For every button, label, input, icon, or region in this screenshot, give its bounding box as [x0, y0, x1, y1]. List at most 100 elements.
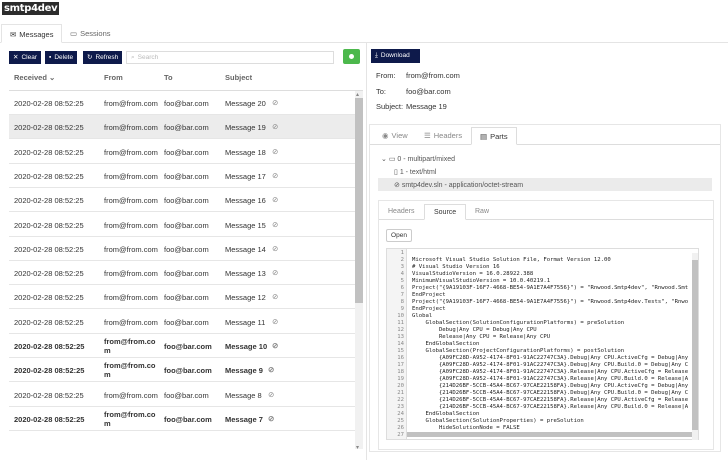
from-cell: from@from.com — [104, 171, 158, 181]
tab-parts-label: Parts — [490, 132, 508, 141]
from-label: From: — [376, 71, 396, 80]
line-text: {214D26BF-5CCB-45A4-BC67-97CAE22158FA}.R… — [412, 397, 689, 403]
line-number: 24 — [397, 411, 404, 417]
line-text: {A09FC28D-A952-4174-8F01-91AC22747C3A}.R… — [412, 376, 689, 382]
table-row[interactable]: 2020-02-28 08:52:25 from@from.com foo@bar.… — [9, 115, 363, 140]
table-row[interactable]: 2020-02-28 08:52:25 from@from.com foo@bar.… — [9, 407, 363, 431]
folder-icon: ▭ — [388, 156, 396, 163]
refresh-icon: ↻ — [87, 54, 93, 61]
trash-icon: ▪ — [49, 54, 52, 61]
table-row[interactable]: 2020-02-28 08:52:25 from@from.com foo@bar.… — [9, 358, 363, 383]
table-row[interactable]: 2020-02-28 08:52:25 from@from.com foo@bar.… — [9, 164, 363, 188]
column-header-to[interactable]: To — [164, 73, 173, 82]
subject-cell: Message 19 — [225, 123, 266, 133]
table-row[interactable]: 2020-02-28 08:52:25 from@from.com foo@bar.… — [9, 285, 363, 310]
tab-part-source[interactable]: Source — [424, 204, 467, 220]
column-header-subject[interactable]: Subject — [225, 73, 252, 82]
table-row[interactable]: 2020-02-28 08:52:25 from@from.com foo@bar.… — [9, 140, 363, 164]
table-row[interactable]: 2020-02-28 08:52:25 from@from.com foo@bar.… — [9, 237, 363, 261]
tab-sessions[interactable]: ▭ Sessions — [62, 24, 119, 43]
from-cell: from@from.com — [104, 317, 158, 327]
source-code-viewer[interactable]: 1 2 Microsoft Visual Studio Solution File,… — [386, 248, 699, 440]
tab-part-raw[interactable]: Raw — [466, 204, 498, 220]
from-cell: from@from.com — [104, 123, 158, 133]
line-number: 11 — [397, 320, 404, 326]
pane-divider[interactable] — [366, 43, 367, 460]
line-text: Debug|Any CPU = Debug|Any CPU — [412, 327, 537, 333]
tab-part-headers[interactable]: Headers — [379, 204, 423, 220]
line-number: 23 — [397, 404, 404, 410]
table-row[interactable]: 2020-02-28 08:52:25 from@from.com foo@bar.… — [9, 188, 363, 213]
app-logo: smtp4dev — [2, 2, 60, 15]
clear-button[interactable]: ✕ Clear — [9, 51, 41, 64]
download-icon: ⤓ — [375, 52, 378, 59]
line-number: 2 — [400, 257, 404, 263]
table-row[interactable]: 2020-02-28 08:52:25 from@from.com foo@bar.… — [9, 91, 363, 115]
refresh-button[interactable]: ↻ Refresh — [83, 51, 123, 64]
envelope-icon: ✉ — [10, 30, 17, 39]
new-messages-indicator[interactable] — [343, 49, 360, 64]
received-cell: 2020-02-28 08:52:25 — [14, 317, 84, 327]
to-cell: foo@bar.com — [164, 123, 209, 133]
line-number: 5 — [400, 278, 404, 284]
table-row[interactable]: 2020-02-28 08:52:25 from@from.com foo@bar.… — [9, 310, 363, 334]
tab-messages[interactable]: ✉ Messages — [1, 24, 63, 43]
tree-item-multipart[interactable]: ⌄ ▭ 0 - multipart/mixed — [381, 155, 455, 163]
line-number: 6 — [400, 285, 404, 291]
close-icon: ✕ — [13, 54, 19, 61]
code-horizontal-scrollbar[interactable] — [407, 432, 692, 437]
line-text: Project("{9A19103F-16F7-4668-BE54-9A1E7A… — [412, 285, 689, 291]
received-cell: 2020-02-28 08:52:25 — [14, 414, 85, 424]
subject-value: Message 19 — [406, 102, 447, 111]
line-text: GlobalSection(ProjectConfigurationPlatfo… — [412, 348, 625, 354]
scroll-down-icon[interactable]: ▾ — [356, 444, 359, 451]
scroll-up-icon[interactable]: ▴ — [356, 91, 359, 98]
line-number: 4 — [400, 271, 404, 277]
from-cell: from@from.com — [104, 390, 158, 400]
table-row[interactable]: 2020-02-28 08:52:25 from@from.com foo@bar.… — [9, 261, 363, 286]
tab-parts[interactable]: ▤ Parts — [471, 127, 517, 145]
subject-cell: Message 15 — [225, 220, 266, 230]
line-text: {A09FC28D-A952-4174-8F01-91AC22747C3A}.R… — [412, 369, 689, 375]
tab-headers[interactable]: ☰ Headers — [416, 127, 470, 145]
attachment-icon: ⊘ — [268, 365, 275, 375]
tree-item-attachment[interactable]: ⊘ smtp4dev.sln - application/octet-strea… — [394, 181, 523, 189]
column-header-received[interactable]: Received ⌄ — [14, 73, 55, 82]
from-cell: from@from.com — [104, 244, 158, 254]
search-input[interactable]: ⌕ Search — [126, 51, 334, 64]
open-button[interactable]: Open — [386, 229, 412, 242]
delete-button[interactable]: ▪ Delete — [45, 51, 78, 64]
subject-cell: Message 12 — [225, 293, 266, 303]
line-number: 7 — [400, 292, 404, 298]
line-number: 9 — [400, 306, 404, 312]
search-icon: ⌕ — [131, 54, 135, 61]
table-row[interactable]: 2020-02-28 08:52:25 from@from.com foo@bar.… — [9, 213, 363, 237]
subject-cell: Message 16 — [225, 196, 266, 206]
message-list-scrollbar-thumb[interactable] — [355, 98, 363, 303]
code-vertical-scrollbar-thumb[interactable] — [692, 260, 698, 430]
tab-view[interactable]: ◉ View — [374, 127, 416, 145]
line-number: 12 — [397, 327, 404, 333]
to-cell: foo@bar.com — [164, 293, 209, 303]
tree-item-html[interactable]: ▯ 1 - text/html — [394, 168, 436, 176]
from-cell: from@from.com — [104, 269, 158, 279]
from-cell: from@from.com — [104, 361, 156, 380]
from-cell: from@from.com — [104, 293, 158, 303]
line-text: {A09FC28D-A952-4174-8F01-91AC22747C3A}.D… — [412, 362, 689, 368]
table-row[interactable]: 2020-02-28 08:52:25 from@from.com foo@bar.… — [9, 383, 363, 407]
line-text: VisualStudioVersion = 16.0.28922.388 — [412, 271, 534, 277]
received-cell: 2020-02-28 08:52:25 — [14, 293, 84, 303]
line-text: EndGlobalSection — [412, 341, 480, 347]
attachment-icon: ⊘ — [394, 182, 400, 189]
to-cell: foo@bar.com — [164, 244, 209, 254]
attachment-icon: ▤ — [480, 132, 488, 141]
line-number: 10 — [397, 313, 404, 319]
table-row[interactable]: 2020-02-28 08:52:25 from@from.com foo@bar.… — [9, 334, 363, 358]
received-cell: 2020-02-28 08:52:25 — [14, 390, 84, 400]
line-number: 13 — [397, 334, 404, 340]
attachment-icon: ⊘ — [272, 316, 279, 326]
line-text: {214D26BF-5CCB-45A4-BC67-97CAE22158FA}.D… — [412, 383, 689, 389]
line-text: EndGlobalSection — [412, 411, 480, 417]
column-header-from[interactable]: From — [104, 73, 123, 82]
download-button[interactable]: ⤓ Download — [371, 49, 420, 63]
